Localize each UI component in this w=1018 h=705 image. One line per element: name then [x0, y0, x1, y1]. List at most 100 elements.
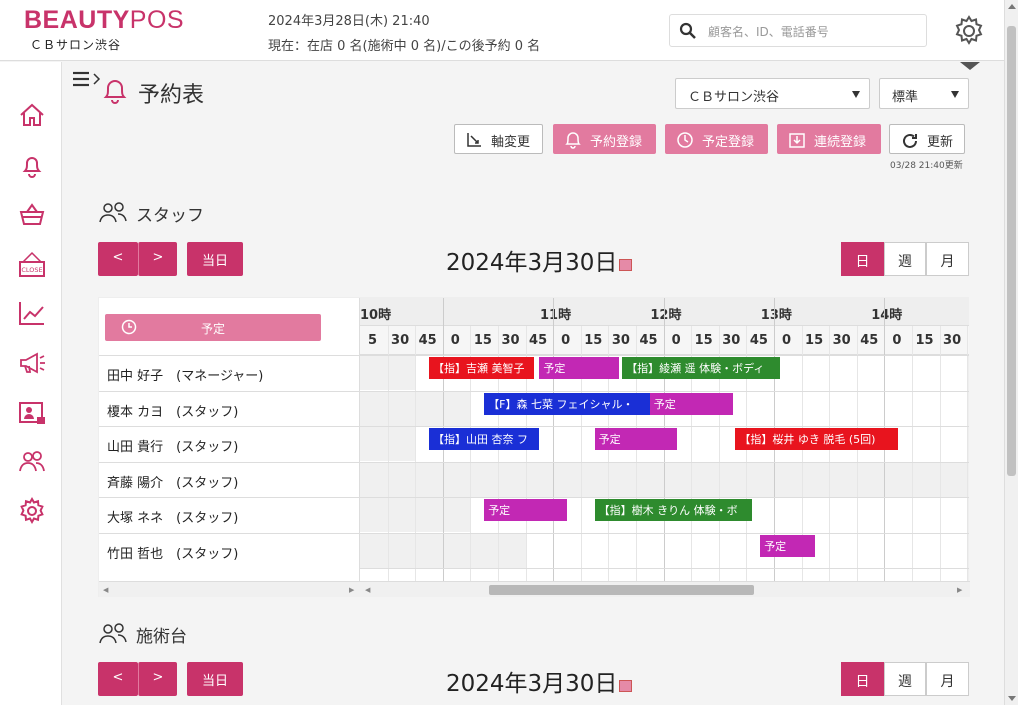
- horizontal-scrollbar[interactable]: ◀ ▶ ◀ ▶: [99, 581, 970, 597]
- prev-date-button[interactable]: <: [98, 242, 138, 276]
- appointment-block[interactable]: 【指】山田 杏奈 フ: [429, 428, 540, 450]
- staff-icon: [99, 623, 127, 644]
- scroll-down-arrow-icon[interactable]: [1008, 696, 1016, 701]
- appointment-block[interactable]: 【指】樹木 きりん 体験・ボ: [594, 499, 752, 521]
- chart-icon[interactable]: [17, 298, 47, 328]
- top-bar: BEAUTYPOS ＣＢサロン渋谷 2024年3月28日(木) 21:40 現在…: [0, 0, 1004, 61]
- grid-line: [553, 298, 555, 326]
- salon-name: ＣＢサロン渋谷: [30, 38, 122, 52]
- staff-list: 予定 田中 好子 (マネージャー) 榎本 カヨ (スタッフ) 山田 貴行 (スタッフ…: [99, 298, 360, 581]
- today-button[interactable]: 当日: [187, 662, 243, 696]
- salon-select[interactable]: ＣＢサロン渋谷: [675, 78, 870, 109]
- scroll-left-arrow-icon[interactable]: ◀: [103, 586, 108, 594]
- scrollbar-thumb[interactable]: [489, 585, 754, 595]
- staff-row[interactable]: 斉藤 陽介 (スタッフ): [99, 461, 360, 497]
- axis-icon: [467, 133, 481, 147]
- sidebar: CLOSE: [0, 62, 62, 705]
- table-section-title: 施術台: [98, 622, 187, 649]
- grid-line: [360, 497, 969, 498]
- scroll-right-arrow-icon[interactable]: ▶: [349, 586, 354, 594]
- customer-lock-icon[interactable]: [17, 398, 47, 428]
- grid-line: [415, 326, 417, 581]
- staff-section-title: スタッフ: [98, 201, 204, 228]
- dropdown-caret-icon: [960, 62, 980, 70]
- week-view-tab[interactable]: 週: [884, 242, 926, 276]
- staff-row[interactable]: 田中 好子 (マネージャー): [99, 355, 360, 390]
- staff-row[interactable]: 大塚 ネネ (スタッフ): [99, 497, 360, 532]
- staff-row[interactable]: 山田 貴行 (スタッフ): [99, 426, 360, 461]
- minute-label: 15: [584, 333, 603, 348]
- home-icon[interactable]: [17, 100, 47, 130]
- minute-label: 45: [529, 333, 548, 348]
- bell-icon[interactable]: [17, 150, 47, 180]
- day-view-tab[interactable]: 日: [841, 242, 884, 276]
- axis-change-button[interactable]: 軸変更: [454, 124, 543, 154]
- minute-label: 5: [367, 333, 378, 348]
- logo[interactable]: BEAUTYPOS: [24, 6, 184, 35]
- grid-line: [360, 426, 969, 427]
- reservation-register-button[interactable]: 予約登録: [553, 124, 656, 154]
- month-view-tab[interactable]: 月: [926, 242, 969, 276]
- grid-line: [360, 390, 969, 392]
- grid-line: [360, 532, 969, 534]
- calendar-icon[interactable]: [619, 680, 633, 692]
- settings-gear-icon[interactable]: [952, 14, 986, 48]
- minute-label: 30: [832, 333, 851, 348]
- time-grid[interactable]: 10時11時12時13時14時15時 530450153045015304501…: [360, 298, 969, 581]
- calendar-icon[interactable]: [619, 259, 633, 271]
- appointment-block[interactable]: 予定: [594, 428, 678, 450]
- appointment-block[interactable]: 予定: [760, 534, 816, 557]
- page-scrollbar[interactable]: [1004, 0, 1018, 705]
- grid-line: [884, 298, 886, 326]
- minute-label: 0: [561, 333, 571, 348]
- view-mode-select[interactable]: 標準: [879, 78, 969, 109]
- minute-label: 30: [501, 333, 520, 348]
- appointment-block[interactable]: 【指】綾瀬 遥 体験・ボディ: [622, 357, 780, 379]
- schedule-register-button[interactable]: 予定登録: [665, 124, 768, 154]
- appointment-block[interactable]: 予定: [484, 499, 567, 521]
- updated-timestamp: 03/28 21:40更新: [890, 161, 963, 171]
- grid-line: [912, 326, 913, 581]
- prev-date-button[interactable]: <: [98, 662, 138, 696]
- search-input[interactable]: 顧客名、ID、電話番号: [669, 14, 927, 47]
- staff-row[interactable]: 榎本 カヨ (スタッフ): [99, 390, 360, 426]
- week-view-tab[interactable]: 週: [884, 662, 926, 696]
- minute-label: 45: [639, 333, 658, 348]
- scroll-up-arrow-icon[interactable]: [1008, 4, 1016, 9]
- chevron-down-icon: [852, 91, 860, 98]
- refresh-button[interactable]: 更新: [889, 124, 965, 154]
- appointment-block[interactable]: 【指】桜井 ゆき 脱毛 (5回): [735, 428, 899, 450]
- staff-timetable: 予定 田中 好子 (マネージャー) 榎本 カヨ (スタッフ) 山田 貴行 (スタッフ…: [98, 297, 970, 597]
- download-box-icon: [789, 133, 805, 148]
- minute-label: 30: [611, 333, 630, 348]
- minute-label: 0: [671, 333, 681, 348]
- schedule-filter-button[interactable]: 予定: [105, 314, 321, 341]
- settings-icon[interactable]: [17, 496, 47, 526]
- basket-icon[interactable]: [17, 200, 47, 230]
- next-date-button[interactable]: >: [138, 662, 177, 696]
- menu-toggle-icon[interactable]: [72, 70, 102, 88]
- staff-icon[interactable]: [17, 447, 47, 477]
- day-view-tab[interactable]: 日: [841, 662, 884, 696]
- month-view-tab[interactable]: 月: [926, 662, 969, 696]
- next-date-button[interactable]: >: [138, 242, 177, 276]
- appointment-block[interactable]: 予定: [539, 357, 620, 379]
- appointment-block[interactable]: 【指】吉瀬 美智子: [429, 357, 534, 379]
- staff-name: 榎本 カヨ (スタッフ): [107, 404, 239, 420]
- chevron-down-icon: [951, 91, 959, 98]
- grid-line: [663, 298, 665, 326]
- megaphone-icon[interactable]: [17, 347, 47, 377]
- minute-label: 45: [418, 333, 437, 348]
- appointment-block[interactable]: 【F】森 七菜 フェイシャル・: [484, 392, 650, 415]
- continuous-register-button[interactable]: 連続登録: [777, 124, 881, 154]
- scroll-right-arrow-icon[interactable]: ▶: [957, 586, 962, 594]
- appointment-block[interactable]: 予定: [649, 392, 733, 415]
- grid-line: [967, 326, 969, 581]
- staff-name: 田中 好子 (マネージャー): [107, 369, 264, 384]
- close-sign-icon[interactable]: CLOSE: [17, 250, 47, 280]
- staff-row[interactable]: 竹田 哲也 (スタッフ): [99, 532, 360, 568]
- table-date-heading: 2024年3月30日: [446, 664, 633, 698]
- scrollbar-thumb[interactable]: [1007, 26, 1016, 476]
- today-button[interactable]: 当日: [187, 242, 243, 276]
- scroll-left-arrow-icon[interactable]: ◀: [365, 586, 370, 594]
